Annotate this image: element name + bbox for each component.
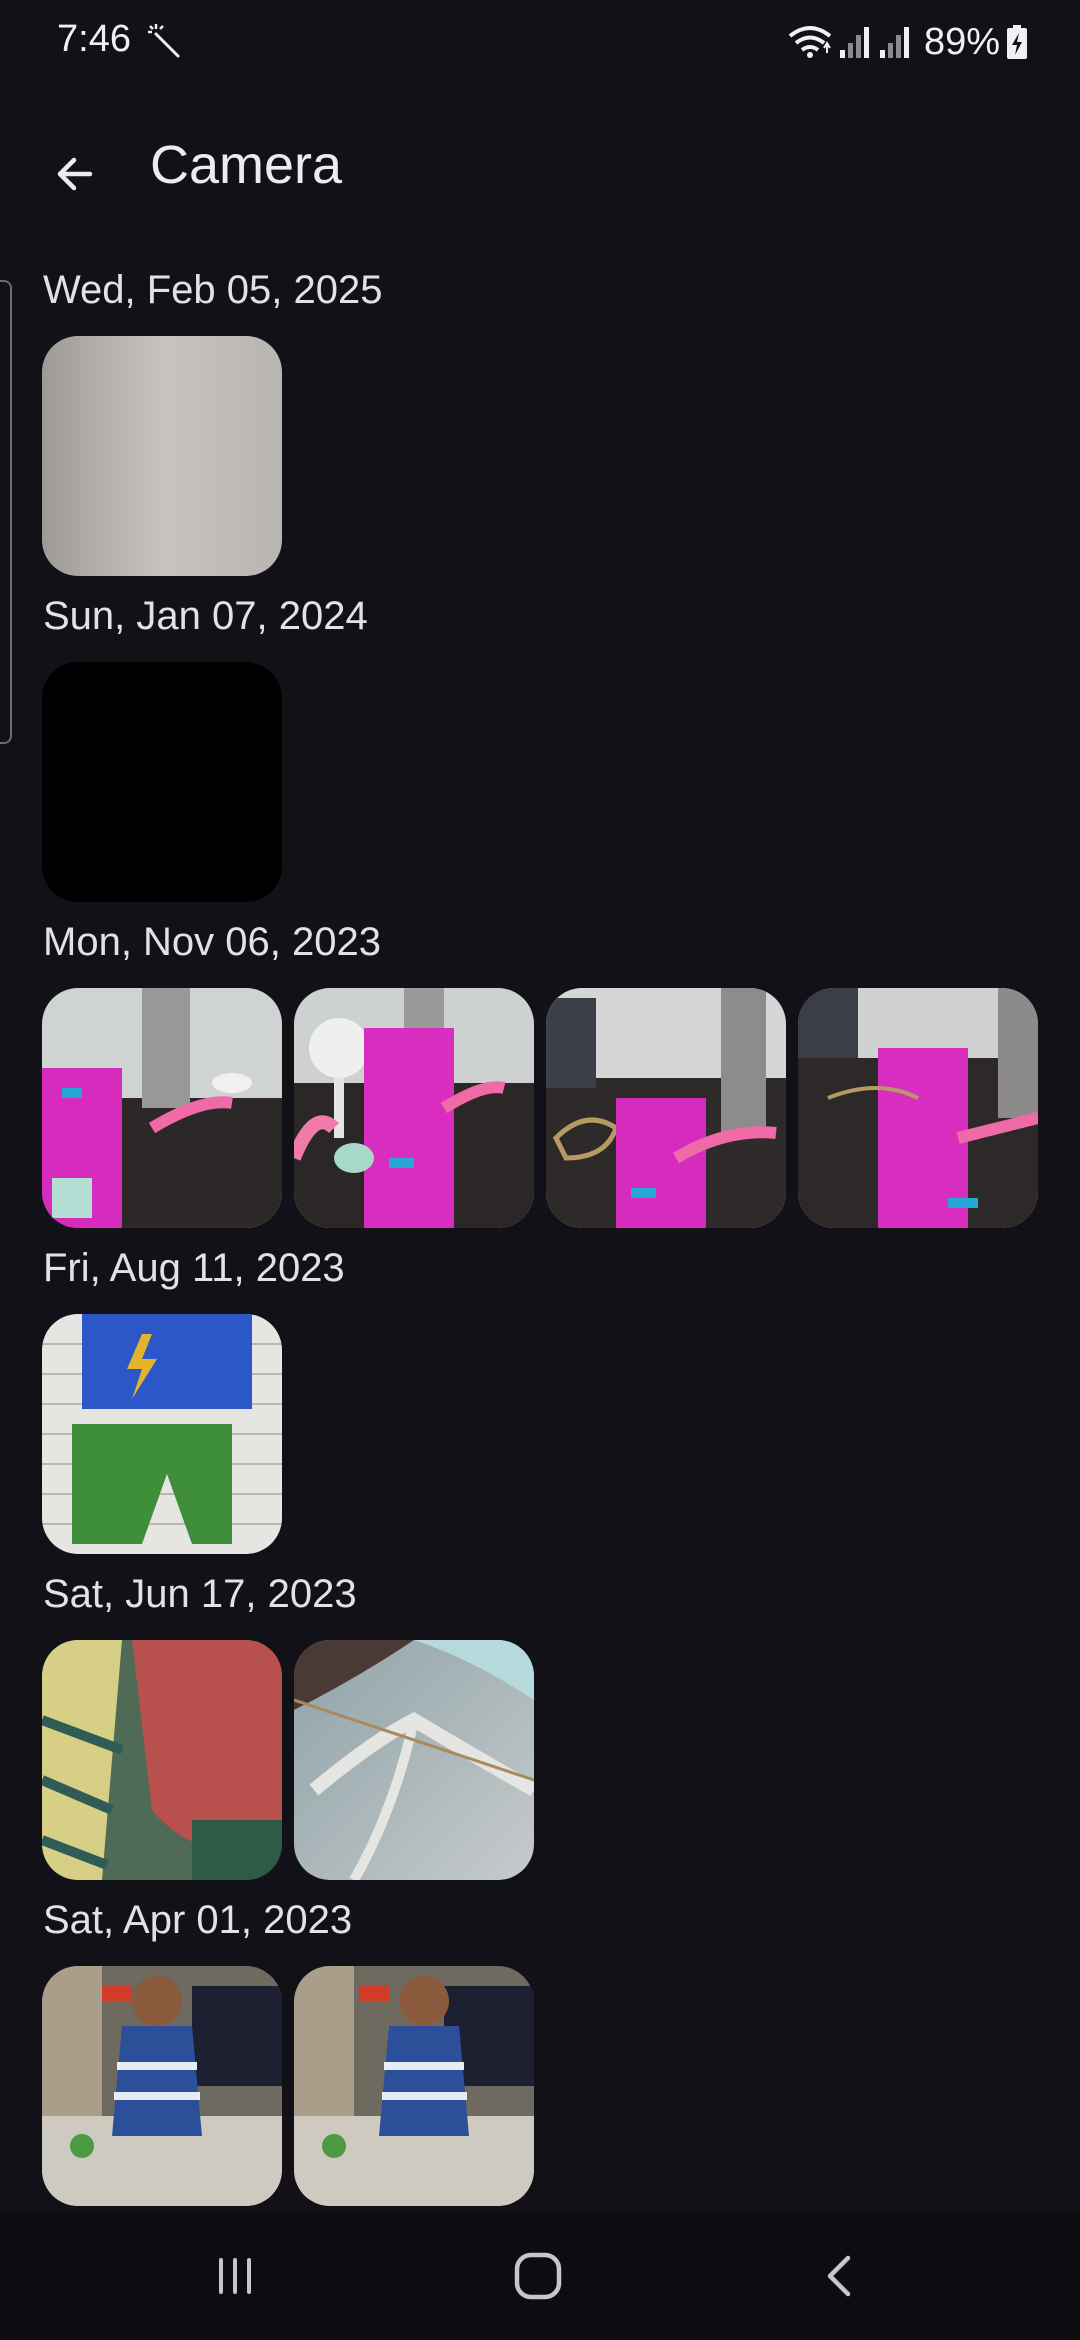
photo-thumbnail[interactable] [42,988,282,1228]
thumbnail-row [0,1966,1080,2206]
photo-image [42,662,282,902]
page-title: Camera [150,135,343,195]
photo-image [42,1640,282,1880]
navigation-bar [0,2212,1080,2340]
arrow-left-icon [57,157,93,191]
photo-thumbnail[interactable] [294,988,534,1228]
thumbnail-row [0,662,1080,902]
status-time: 7:46 [57,18,131,60]
date-group: Fri, Aug 11, 2023 [0,1238,1080,1554]
photo-thumbnail[interactable] [798,988,1038,1228]
magic-wand-icon [148,24,180,58]
photo-thumbnail[interactable] [42,336,282,576]
date-header: Mon, Nov 06, 2023 [43,920,381,964]
date-group: Mon, Nov 06, 2023 [0,912,1080,1228]
photo-image [42,1966,282,2206]
photo-thumbnail[interactable] [42,1314,282,1554]
date-group: Sun, Jan 07, 2024 [0,586,1080,902]
thumbnail-row [0,336,1080,576]
photo-thumbnail[interactable] [294,1640,534,1880]
date-group: Sat, Jun 17, 2023 [0,1564,1080,1880]
chevron-left-icon [827,2255,851,2297]
photo-image [798,988,1038,1228]
status-bar: 7:46 89% [0,0,1080,84]
photo-image [294,1640,534,1880]
home-icon [514,2252,562,2300]
photo-image [546,988,786,1228]
date-header: Sat, Jun 17, 2023 [43,1572,357,1616]
photo-image [294,1966,534,2206]
date-group: Wed, Feb 05, 2025 [0,260,1080,576]
date-header: Wed, Feb 05, 2025 [43,268,383,312]
home-button[interactable] [493,2236,583,2316]
photo-image [42,988,282,1228]
photo-image [42,1314,282,1554]
photo-list[interactable]: Wed, Feb 05, 2025 Sun, Jan 07, 2024 Mon,… [0,250,1080,2212]
thumbnail-row [0,1314,1080,1554]
photo-thumbnail[interactable] [42,1966,282,2206]
wifi-icon [788,26,832,58]
date-header: Sat, Apr 01, 2023 [43,1898,353,1942]
back-button[interactable] [40,140,108,208]
cell-signal-icon [879,27,909,58]
recents-icon [219,2258,251,2294]
photo-thumbnail[interactable] [294,1966,534,2206]
nav-back-button[interactable] [795,2236,885,2316]
photo-thumbnail[interactable] [42,662,282,902]
date-header: Sun, Jan 07, 2024 [43,594,368,638]
photo-image [42,336,282,576]
app-bar: Camera [0,120,1080,220]
date-header: Fri, Aug 11, 2023 [43,1246,345,1290]
date-group: Sat, Apr 01, 2023 [0,1890,1080,2206]
battery-percent: 89% [923,20,1000,63]
cell-signal-icon [839,27,869,58]
battery-charging-icon [1007,25,1027,59]
photo-thumbnail[interactable] [546,988,786,1228]
photo-image [294,988,534,1228]
thumbnail-row [0,988,1080,1228]
photo-thumbnail[interactable] [42,1640,282,1880]
recents-button[interactable] [190,2236,280,2316]
thumbnail-row [0,1640,1080,1880]
